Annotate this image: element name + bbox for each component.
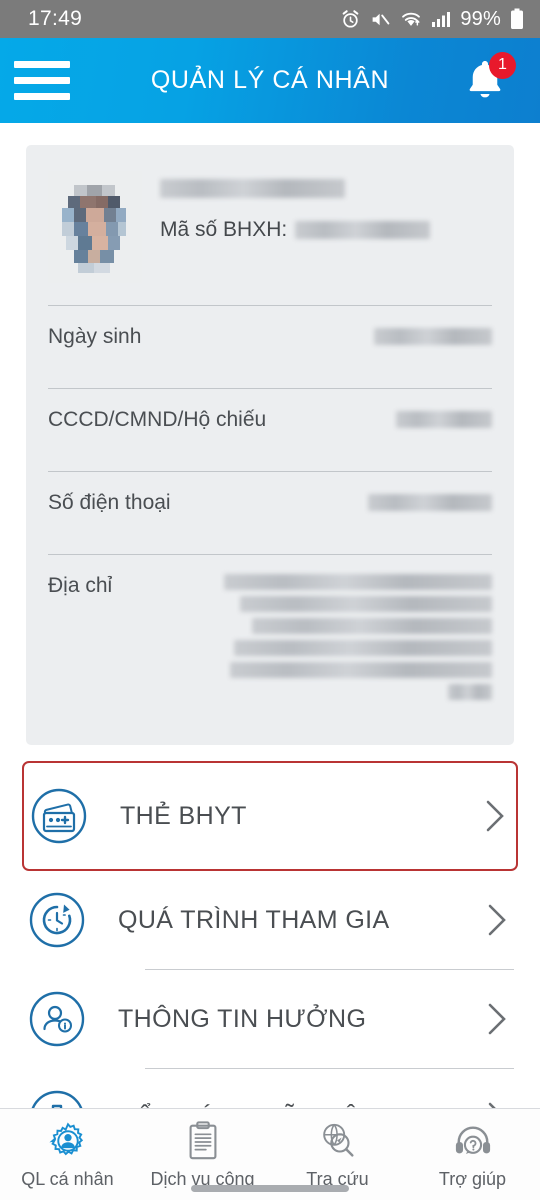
- nav-item-label: QL cá nhân: [21, 1169, 114, 1189]
- menu-list: THẺ BHYT QUÁ TRÌNH THAM GIA THÔNG TIN HƯ…: [0, 761, 540, 1168]
- insurance-card-icon: [28, 787, 90, 845]
- status-icons: 99%: [340, 8, 524, 31]
- info-label: Ngày sinh: [48, 325, 142, 348]
- nav-item-dich-vu-cong[interactable]: Dịch vụ công: [135, 1119, 270, 1190]
- bhxh-value-redacted: [295, 221, 431, 239]
- nav-item-tra-cuu[interactable]: Tra cứu: [270, 1119, 405, 1190]
- info-row-phone: Số điện thoại: [48, 472, 492, 532]
- chevron-right-icon: [480, 1002, 514, 1036]
- chevron-right-icon: [478, 799, 512, 833]
- nav-item-tro-giup[interactable]: Trợ giúp: [405, 1119, 540, 1190]
- hamburger-bar: [14, 61, 70, 68]
- info-row-id: CCCD/CMND/Hộ chiếu: [48, 389, 492, 449]
- redacted-bar: [374, 328, 492, 345]
- info-value-redacted: [374, 325, 492, 345]
- battery-percentage: 99%: [460, 7, 501, 30]
- info-label: Địa chỉ: [48, 574, 113, 597]
- gear-person-icon: [47, 1119, 89, 1163]
- menu-item-label: THẺ BHYT: [120, 801, 247, 830]
- notification-badge: 1: [489, 51, 516, 79]
- redacted-bar: [230, 662, 492, 678]
- bhxh-label: Mã số BHXH:: [160, 218, 288, 241]
- main-content: Mã số BHXH: Ngày sinh CCCD/CMND/Hộ chiếu: [0, 123, 540, 1168]
- redacted-bar: [252, 618, 492, 634]
- mute-icon: [370, 9, 391, 30]
- alarm-icon: [340, 9, 361, 30]
- hamburger-bar: [14, 93, 70, 100]
- hamburger-icon[interactable]: [14, 61, 76, 100]
- info-value-redacted: [396, 408, 492, 428]
- user-name-redacted: [160, 179, 345, 198]
- home-indicator[interactable]: [191, 1185, 349, 1192]
- signal-icon: [431, 10, 451, 28]
- redacted-bar: [448, 684, 492, 700]
- status-bar: 17:49 99%: [0, 0, 540, 38]
- menu-item-the-bhyt[interactable]: THẺ BHYT: [22, 761, 518, 871]
- app-screen: 17:49 99% QUẢN LÝ CÁ NHÂN 1 Mã số BHXH: …: [0, 0, 540, 1200]
- info-row-birthdate: Ngày sinh: [48, 306, 492, 366]
- info-label: CCCD/CMND/Hộ chiếu: [48, 408, 267, 431]
- profile-header: Mã số BHXH:: [48, 171, 492, 283]
- redacted-bar: [234, 640, 492, 656]
- nav-item-ql-ca-nhan[interactable]: QL cá nhân: [0, 1119, 135, 1190]
- redacted-bar: [368, 494, 492, 511]
- headset-help-icon: [452, 1119, 494, 1163]
- page-title: QUẢN LÝ CÁ NHÂN: [150, 66, 390, 94]
- menu-item-label: QUÁ TRÌNH THAM GIA: [118, 905, 390, 934]
- info-value-redacted: [368, 491, 492, 511]
- notification-button[interactable]: 1: [462, 51, 516, 106]
- menu-item-qua-trinh-tham-gia[interactable]: QUÁ TRÌNH THAM GIA: [0, 871, 540, 969]
- menu-item-label: THÔNG TIN HƯỞNG: [118, 1004, 367, 1033]
- menu-item-thong-tin-huong[interactable]: THÔNG TIN HƯỞNG: [0, 970, 540, 1068]
- history-clock-icon: [26, 891, 88, 949]
- bottom-navigation: QL cá nhân Dịch vụ công Tra cứu Trợ giúp: [0, 1108, 540, 1200]
- avatar: [48, 171, 142, 283]
- battery-icon: [510, 8, 524, 30]
- chevron-right-icon: [480, 903, 514, 937]
- info-label: Số điện thoại: [48, 491, 171, 514]
- redacted-bar: [396, 411, 492, 428]
- document-icon: [185, 1119, 221, 1163]
- bhxh-row: Mã số BHXH:: [160, 218, 492, 242]
- info-row-address: Địa chỉ: [48, 555, 492, 717]
- status-time: 17:49: [28, 7, 83, 30]
- avatar-image: [48, 171, 142, 283]
- nav-item-label: Trợ giúp: [438, 1169, 507, 1189]
- wifi-icon: [400, 9, 422, 29]
- profile-card: Mã số BHXH: Ngày sinh CCCD/CMND/Hộ chiếu: [26, 145, 514, 745]
- redacted-bar: [224, 574, 492, 590]
- address-value-redacted: [222, 574, 492, 700]
- globe-search-icon: [317, 1119, 359, 1163]
- person-info-icon: [26, 990, 88, 1048]
- profile-identity: Mã số BHXH:: [160, 171, 492, 283]
- redacted-bar: [240, 596, 492, 612]
- hamburger-bar: [14, 77, 70, 84]
- app-header: QUẢN LÝ CÁ NHÂN 1: [0, 38, 540, 123]
